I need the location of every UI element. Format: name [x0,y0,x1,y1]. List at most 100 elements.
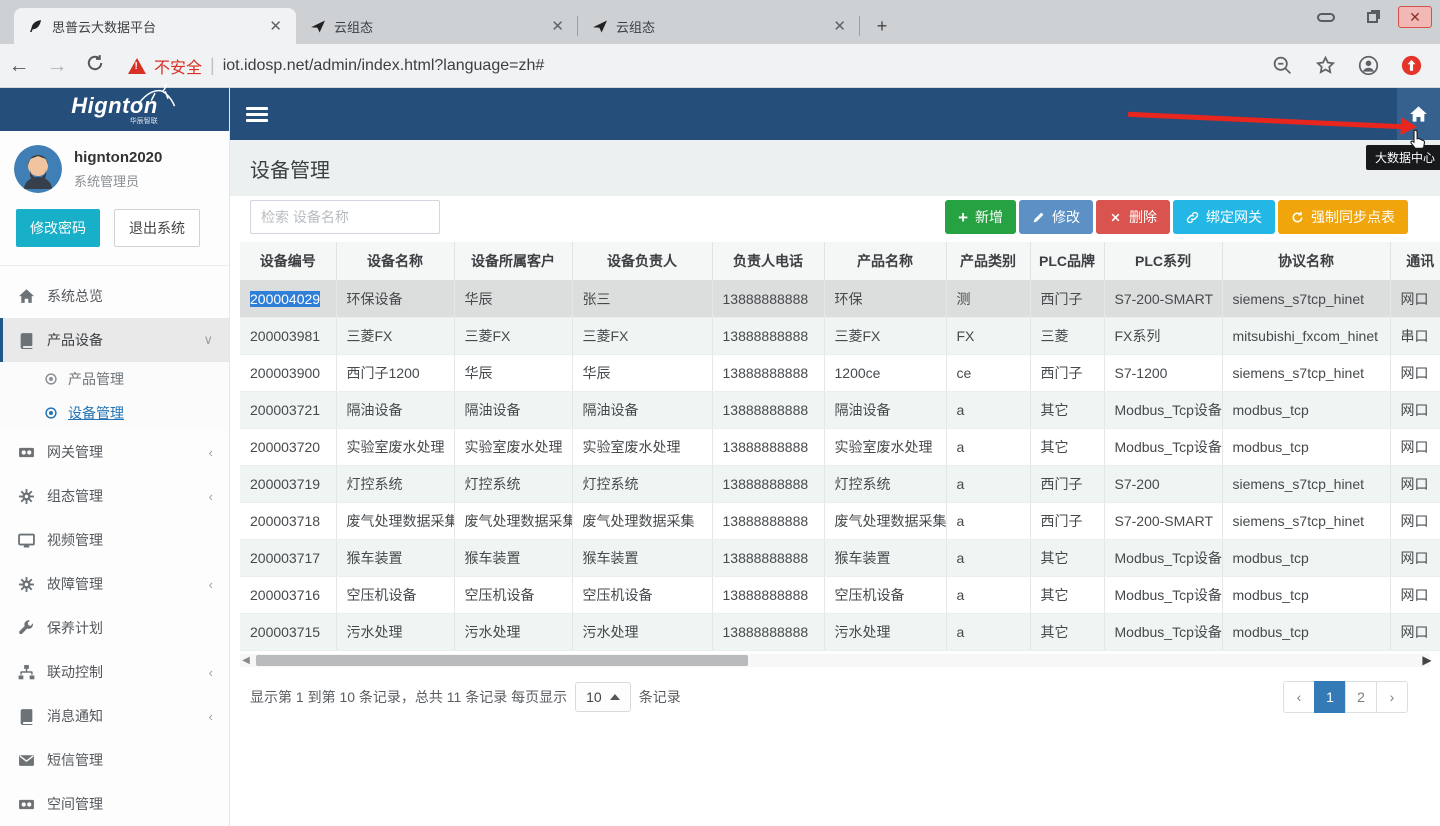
column-header[interactable]: PLC系列 [1104,242,1222,280]
table-cell: a [946,539,1030,576]
table-cell: 废气处理数据采集 [336,502,454,539]
sidebar-item-8[interactable]: 消息通知‹ [0,694,229,738]
security-warning-label[interactable]: 不安全 [154,54,202,78]
table-cell: 环保设备 [336,280,454,317]
sidebar-item-7[interactable]: 联动控制‹ [0,650,229,694]
sidebar-item-1[interactable]: 产品设备∨ [0,318,229,362]
action-row: +新增修改删除绑定网关强制同步点表 [230,196,1440,242]
browser-tab[interactable]: 云组态✕ [296,8,578,44]
table-row[interactable]: 200003718废气处理数据采集废气处理数据采集废气处理数据采集1388888… [240,502,1440,539]
column-header[interactable]: 产品类别 [946,242,1030,280]
refresh-action-button[interactable]: 强制同步点表 [1278,200,1408,234]
reload-button[interactable] [76,54,114,78]
scrollbar-thumb[interactable] [256,655,748,666]
submenu-item[interactable]: 设备管理 [0,396,229,430]
table-cell: 网口 [1390,465,1440,502]
table-cell: mitsubishi_fxcom_hinet [1222,317,1390,354]
sidebar-item-4[interactable]: 视频管理 [0,518,229,562]
table-row[interactable]: 200003900西门子1200华辰华辰138888888881200cece西… [240,354,1440,391]
tab-close-icon[interactable]: ✕ [547,17,568,35]
sidebar-item-9[interactable]: 短信管理 [0,738,229,782]
zoom-out-icon[interactable] [1272,55,1293,76]
sidebar-item-6[interactable]: 保养计划 [0,606,229,650]
table-row[interactable]: 200003981三菱FX三菱FX三菱FX13888888888三菱FXFX三菱… [240,317,1440,354]
sidebar-item-label: 故障管理 [47,574,209,594]
sidebar-item-label: 联动控制 [47,662,209,682]
book-icon [18,708,35,725]
column-header[interactable]: 通讯 [1390,242,1440,280]
table-cell: modbus_tcp [1222,391,1390,428]
back-button[interactable]: ← [0,54,38,78]
scroll-left-arrow-icon[interactable]: ◀ [240,654,252,667]
scroll-right-arrow-icon[interactable]: ▶ [1421,654,1433,667]
page-button-1[interactable]: 1 [1314,681,1346,713]
table-cell: modbus_tcp [1222,539,1390,576]
address-bar[interactable]: 不安全 | iot.idosp.net/admin/index.html?lan… [128,54,1272,78]
table-row[interactable]: 200004029环保设备华辰张三13888888888环保测西门子S7-200… [240,280,1440,317]
link-icon [1186,211,1199,224]
sidebar-item-10[interactable]: 空间管理 [0,782,229,826]
sidebar-item-0[interactable]: 系统总览 [0,274,229,318]
table-row[interactable]: 200003717猴车装置猴车装置猴车装置13888888888猴车装置a其它M… [240,539,1440,576]
browser-tab[interactable]: 云组态✕ [578,8,860,44]
table-row[interactable]: 200003716空压机设备空压机设备空压机设备13888888888空压机设备… [240,576,1440,613]
logout-button[interactable]: 退出系统 [114,209,200,247]
column-header[interactable]: 设备负责人 [572,242,712,280]
url-text[interactable]: iot.idosp.net/admin/index.html?language=… [223,57,545,75]
column-header[interactable]: 协议名称 [1222,242,1390,280]
sidebar-item-label: 网关管理 [47,442,209,462]
table-cell: 污水处理 [454,613,572,650]
cross-action-button[interactable]: 删除 [1096,200,1170,234]
window-close-button[interactable]: ✕ [1398,6,1432,28]
table-cell: siemens_s7tcp_hinet [1222,280,1390,317]
sidebar-item-2[interactable]: 网关管理‹ [0,430,229,474]
column-header[interactable]: PLC品牌 [1030,242,1104,280]
column-header[interactable]: 设备所属客户 [454,242,572,280]
table-row[interactable]: 200003719灯控系统灯控系统灯控系统13888888888灯控系统a西门子… [240,465,1440,502]
page-button-2[interactable]: 2 [1345,681,1377,713]
table-cell: 三菱FX [824,317,946,354]
table-cell: modbus_tcp [1222,613,1390,650]
table-cell: 其它 [1030,576,1104,613]
search-input[interactable] [250,200,440,234]
table-cell: 废气处理数据采集 [824,502,946,539]
window-restore-button[interactable] [1352,4,1392,30]
browser-extension-icon[interactable] [1401,55,1422,76]
column-header[interactable]: 负责人电话 [712,242,824,280]
table-cell: 13888888888 [712,354,824,391]
table-cell: 200003715 [240,613,336,650]
change-password-button[interactable]: 修改密码 [16,209,100,247]
submenu-item-label: 设备管理 [68,403,124,423]
sidebar-item-3[interactable]: 组态管理‹ [0,474,229,518]
hamburger-menu-icon[interactable] [246,104,268,125]
table-row[interactable]: 200003720实验室废水处理实验室废水处理实验室废水处理1388888888… [240,428,1440,465]
horizontal-scrollbar[interactable]: ◀ ▶ [240,654,1430,667]
table-row[interactable]: 200003721隔油设备隔油设备隔油设备13888888888隔油设备a其它M… [240,391,1440,428]
action-buttons: +新增修改删除绑定网关强制同步点表 [945,200,1408,234]
column-header[interactable]: 产品名称 [824,242,946,280]
pencil-action-button[interactable]: 修改 [1019,200,1093,234]
submenu-item[interactable]: 产品管理 [0,362,229,396]
sidebar-item-5[interactable]: 故障管理‹ [0,562,229,606]
table-row[interactable]: 200003715污水处理污水处理污水处理13888888888污水处理a其它M… [240,613,1440,650]
plus-action-button[interactable]: +新增 [945,200,1016,234]
browser-tab[interactable]: 思普云大数据平台✕ [14,8,296,44]
next-page-button[interactable]: › [1376,681,1408,713]
column-header[interactable]: 设备编号 [240,242,336,280]
new-tab-button[interactable]: + [868,12,896,40]
window-minimize-button[interactable] [1306,4,1346,30]
table-cell: 灯控系统 [454,465,572,502]
tab-close-icon[interactable]: ✕ [829,17,850,35]
browser-profile-icon[interactable] [1358,55,1379,76]
bookmark-star-icon[interactable] [1315,55,1336,76]
forward-button[interactable]: → [38,54,76,78]
browser-toolbar: ← → 不安全 | iot.idosp.net/admin/index.html… [0,44,1440,88]
link-action-button[interactable]: 绑定网关 [1173,200,1275,234]
table-cell: 13888888888 [712,465,824,502]
avatar-image [14,145,62,193]
tab-close-icon[interactable]: ✕ [265,17,286,35]
page-size-select[interactable]: 10 [575,682,631,712]
table-cell: 西门子 [1030,502,1104,539]
prev-page-button[interactable]: ‹ [1283,681,1315,713]
column-header[interactable]: 设备名称 [336,242,454,280]
